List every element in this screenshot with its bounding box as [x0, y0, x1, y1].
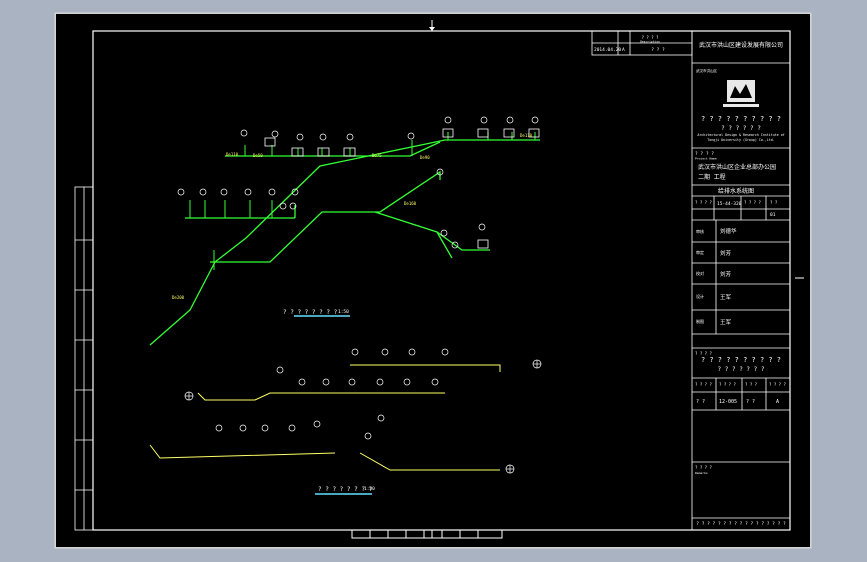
- label-pipe-6: De160: [404, 201, 417, 206]
- fixture-boxes: [264, 128, 540, 249]
- project-label-en: Project Name: [695, 157, 717, 161]
- logo-label: 武汉市洪山区: [696, 68, 717, 73]
- company-cn-placeholder2: ? ? ? ? ? ?: [721, 125, 761, 132]
- role-value-3: 王军: [720, 294, 732, 301]
- role-value-1: 刘芳: [720, 249, 732, 257]
- role-3: 设计: [696, 293, 704, 299]
- left-signature-strip: [74, 186, 94, 531]
- system-caption: ? ? ? ? ? ? ? ?: [283, 309, 338, 316]
- role-value-4: 王军: [720, 319, 732, 326]
- company-cn-placeholder: ? ? ? ? ? ? ? ? ? ?: [701, 115, 781, 123]
- sheet-label-1: ? ? ? ?: [719, 382, 736, 387]
- drainage-lines: [149, 364, 501, 471]
- role-value-0: 刘德华: [720, 227, 737, 235]
- plan-scale: 1:50: [364, 486, 375, 492]
- revision-date: 2014.04.20: [594, 47, 621, 53]
- project-name-line2: 二期 工程: [698, 173, 726, 181]
- sheet-label-0: ? ? ? ?: [695, 382, 712, 387]
- sheet-value-2: ? ?: [746, 399, 755, 405]
- bottom-ruler: [351, 529, 503, 539]
- drawing-no: 15-44-320: [717, 201, 742, 207]
- cad-canvas: ? ? ? ? Description 2014.04.20 A ? ? ? 武…: [54, 12, 812, 549]
- role-4: 制图: [696, 318, 704, 324]
- sheet-value-1: 12-005: [719, 399, 737, 405]
- stage-value: ? ? ? ? ? ? ? ? ? ?: [701, 356, 781, 364]
- inner-border: [92, 30, 791, 531]
- drawing-no-label: ? ? ? ?: [695, 200, 712, 205]
- company-english-line2: Tongji University (Group) Co.,Ltd.: [707, 138, 775, 142]
- company-english-line1: Architectural Design & Research Institut…: [697, 133, 784, 137]
- label-pipe-2: De50: [253, 153, 263, 158]
- sheet-label-3: ? ? ? ?: [769, 382, 786, 387]
- stage-value2: ? ? ? ? ? ? ?: [718, 366, 765, 373]
- sheet-value-3: A: [776, 399, 779, 405]
- drawing-title: 给排水系统图: [718, 187, 754, 195]
- role-value-2: 刘芳: [720, 270, 732, 278]
- col5: 01: [770, 212, 776, 218]
- project-name-line1: 武汉市洪山区企业总部办公园: [698, 163, 776, 171]
- revision-header2: Description: [640, 40, 660, 44]
- revision-note: ? ? ?: [651, 47, 665, 53]
- company-name: 武汉市洪山区建设发展有限公司: [699, 41, 783, 49]
- sheet-value-0: ? ?: [696, 399, 705, 405]
- col3: ? ? ? ?: [744, 200, 761, 205]
- sheet-label-2: ? ? ?: [745, 382, 758, 387]
- remarks-en: Remarks: [695, 471, 708, 475]
- system-scale: 1:50: [338, 309, 349, 315]
- revision-mark: A: [622, 47, 625, 53]
- company-logo: [723, 80, 759, 107]
- col4: ? ?: [770, 200, 778, 205]
- remarks-label: ? ? ? ?: [695, 465, 712, 470]
- footer-text: ? ? ? ? ? ? ? ? ? ? ? ? ? ? ? ? ?: [696, 521, 786, 527]
- label-pipe-5: De110: [520, 133, 533, 138]
- role-1: 审定: [696, 249, 704, 255]
- role-0: 审核: [696, 228, 704, 234]
- fixture-stubs: [189, 132, 536, 270]
- label-pipe-1: De110: [226, 152, 239, 157]
- label-pipe-7: De200: [172, 295, 185, 300]
- role-2: 校对: [696, 270, 704, 276]
- label-pipe-3: De75: [372, 153, 382, 158]
- label-pipe-4: De90: [420, 155, 430, 160]
